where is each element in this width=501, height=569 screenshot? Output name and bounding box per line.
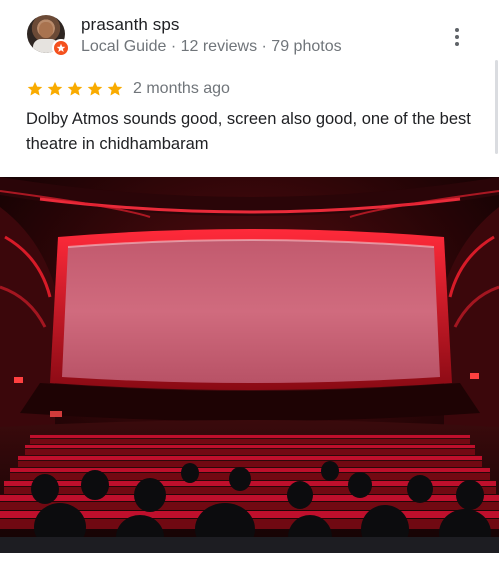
review-photo[interactable] (0, 177, 499, 553)
star-icon (67, 81, 83, 96)
more-vert-icon (455, 28, 459, 32)
more-options-button[interactable] (448, 24, 466, 50)
local-guide-badge-icon (52, 39, 70, 57)
star-icon (107, 81, 123, 96)
star-icon (47, 81, 63, 96)
author-meta[interactable]: Local Guide · 12 reviews · 79 photos (81, 38, 342, 56)
review-date: 2 months ago (133, 80, 230, 97)
review-text: Dolby Atmos sounds good, screen also goo… (26, 110, 471, 153)
star-icon (87, 81, 103, 96)
rating-row: 2 months ago (26, 78, 230, 100)
review-card: prasanth sps Local Guide · 12 reviews · … (0, 0, 501, 569)
author-name[interactable]: prasanth sps (81, 15, 180, 35)
star-icon (27, 81, 43, 96)
star-rating (26, 80, 124, 98)
scrollbar[interactable] (495, 60, 498, 154)
avatar-face (39, 22, 53, 38)
